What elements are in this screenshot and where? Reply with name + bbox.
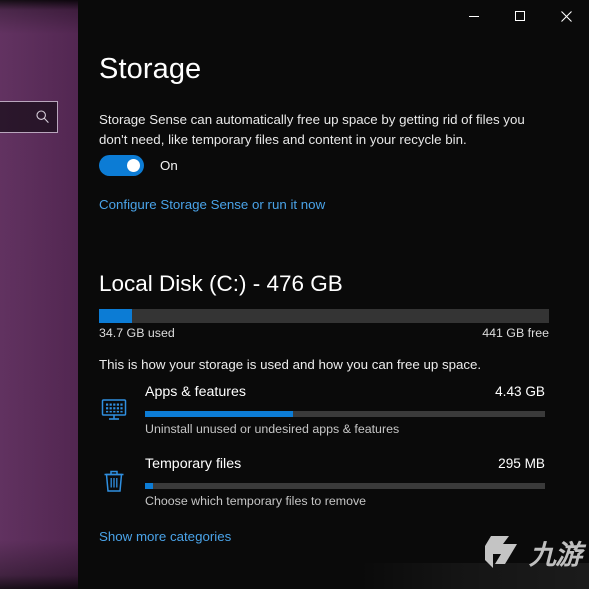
maximize-icon (514, 10, 526, 22)
trash-bin-icon (99, 466, 129, 496)
settings-window: Storage Storage Sense can automatically … (78, 0, 589, 589)
settings-content: Storage Storage Sense can automatically … (78, 32, 589, 589)
close-icon (560, 10, 573, 23)
apps-monitor-icon (99, 394, 129, 424)
category-usage-bar-fill (145, 411, 293, 417)
storage-usage-hint: This is how your storage is used and how… (99, 357, 482, 372)
category-description: Choose which temporary files to remove (145, 494, 367, 508)
storage-sense-toggle-row: On (99, 155, 178, 176)
local-disk-heading: Local Disk (C:) - 476 GB (99, 271, 343, 296)
category-usage-bar (145, 411, 545, 417)
watermark-text: 九游 (529, 539, 582, 571)
g-logo-icon (483, 534, 525, 577)
category-usage-bar (145, 483, 545, 489)
disk-usage-bar-fill (99, 309, 132, 323)
storage-sense-description: Storage Sense can automatically free up … (99, 112, 525, 147)
minimize-icon (468, 10, 480, 22)
storage-category-row[interactable]: Temporary files 295 MB Choose which temp… (99, 456, 561, 518)
category-description: Uninstall unused or undesired apps & fea… (145, 422, 400, 436)
show-more-categories-link[interactable]: Show more categories (99, 529, 231, 544)
watermark: 九游 (483, 534, 582, 577)
storage-sense-toggle-label: On (160, 158, 178, 173)
page-title: Storage (99, 53, 202, 85)
configure-storage-sense-link[interactable]: Configure Storage Sense or run it now (99, 197, 325, 212)
category-size: 4.43 GB (495, 384, 545, 399)
category-usage-bar-fill (145, 483, 153, 489)
screen: Storage Storage Sense can automatically … (0, 0, 589, 589)
close-button[interactable] (543, 0, 589, 32)
window-titlebar[interactable] (78, 0, 589, 32)
storage-sense-toggle[interactable] (99, 155, 144, 176)
minimize-button[interactable] (451, 0, 497, 32)
category-size: 295 MB (498, 456, 545, 471)
disk-usage-bar (99, 309, 549, 323)
toggle-knob (127, 159, 140, 172)
desktop-left-shade (0, 0, 78, 589)
maximize-button[interactable] (497, 0, 543, 32)
desktop-search-box[interactable] (0, 101, 58, 133)
storage-category-row[interactable]: Apps & features 4.43 GB Uninstall unused… (99, 384, 561, 446)
disk-free-label: 441 GB free (482, 326, 549, 340)
search-icon (35, 109, 50, 124)
